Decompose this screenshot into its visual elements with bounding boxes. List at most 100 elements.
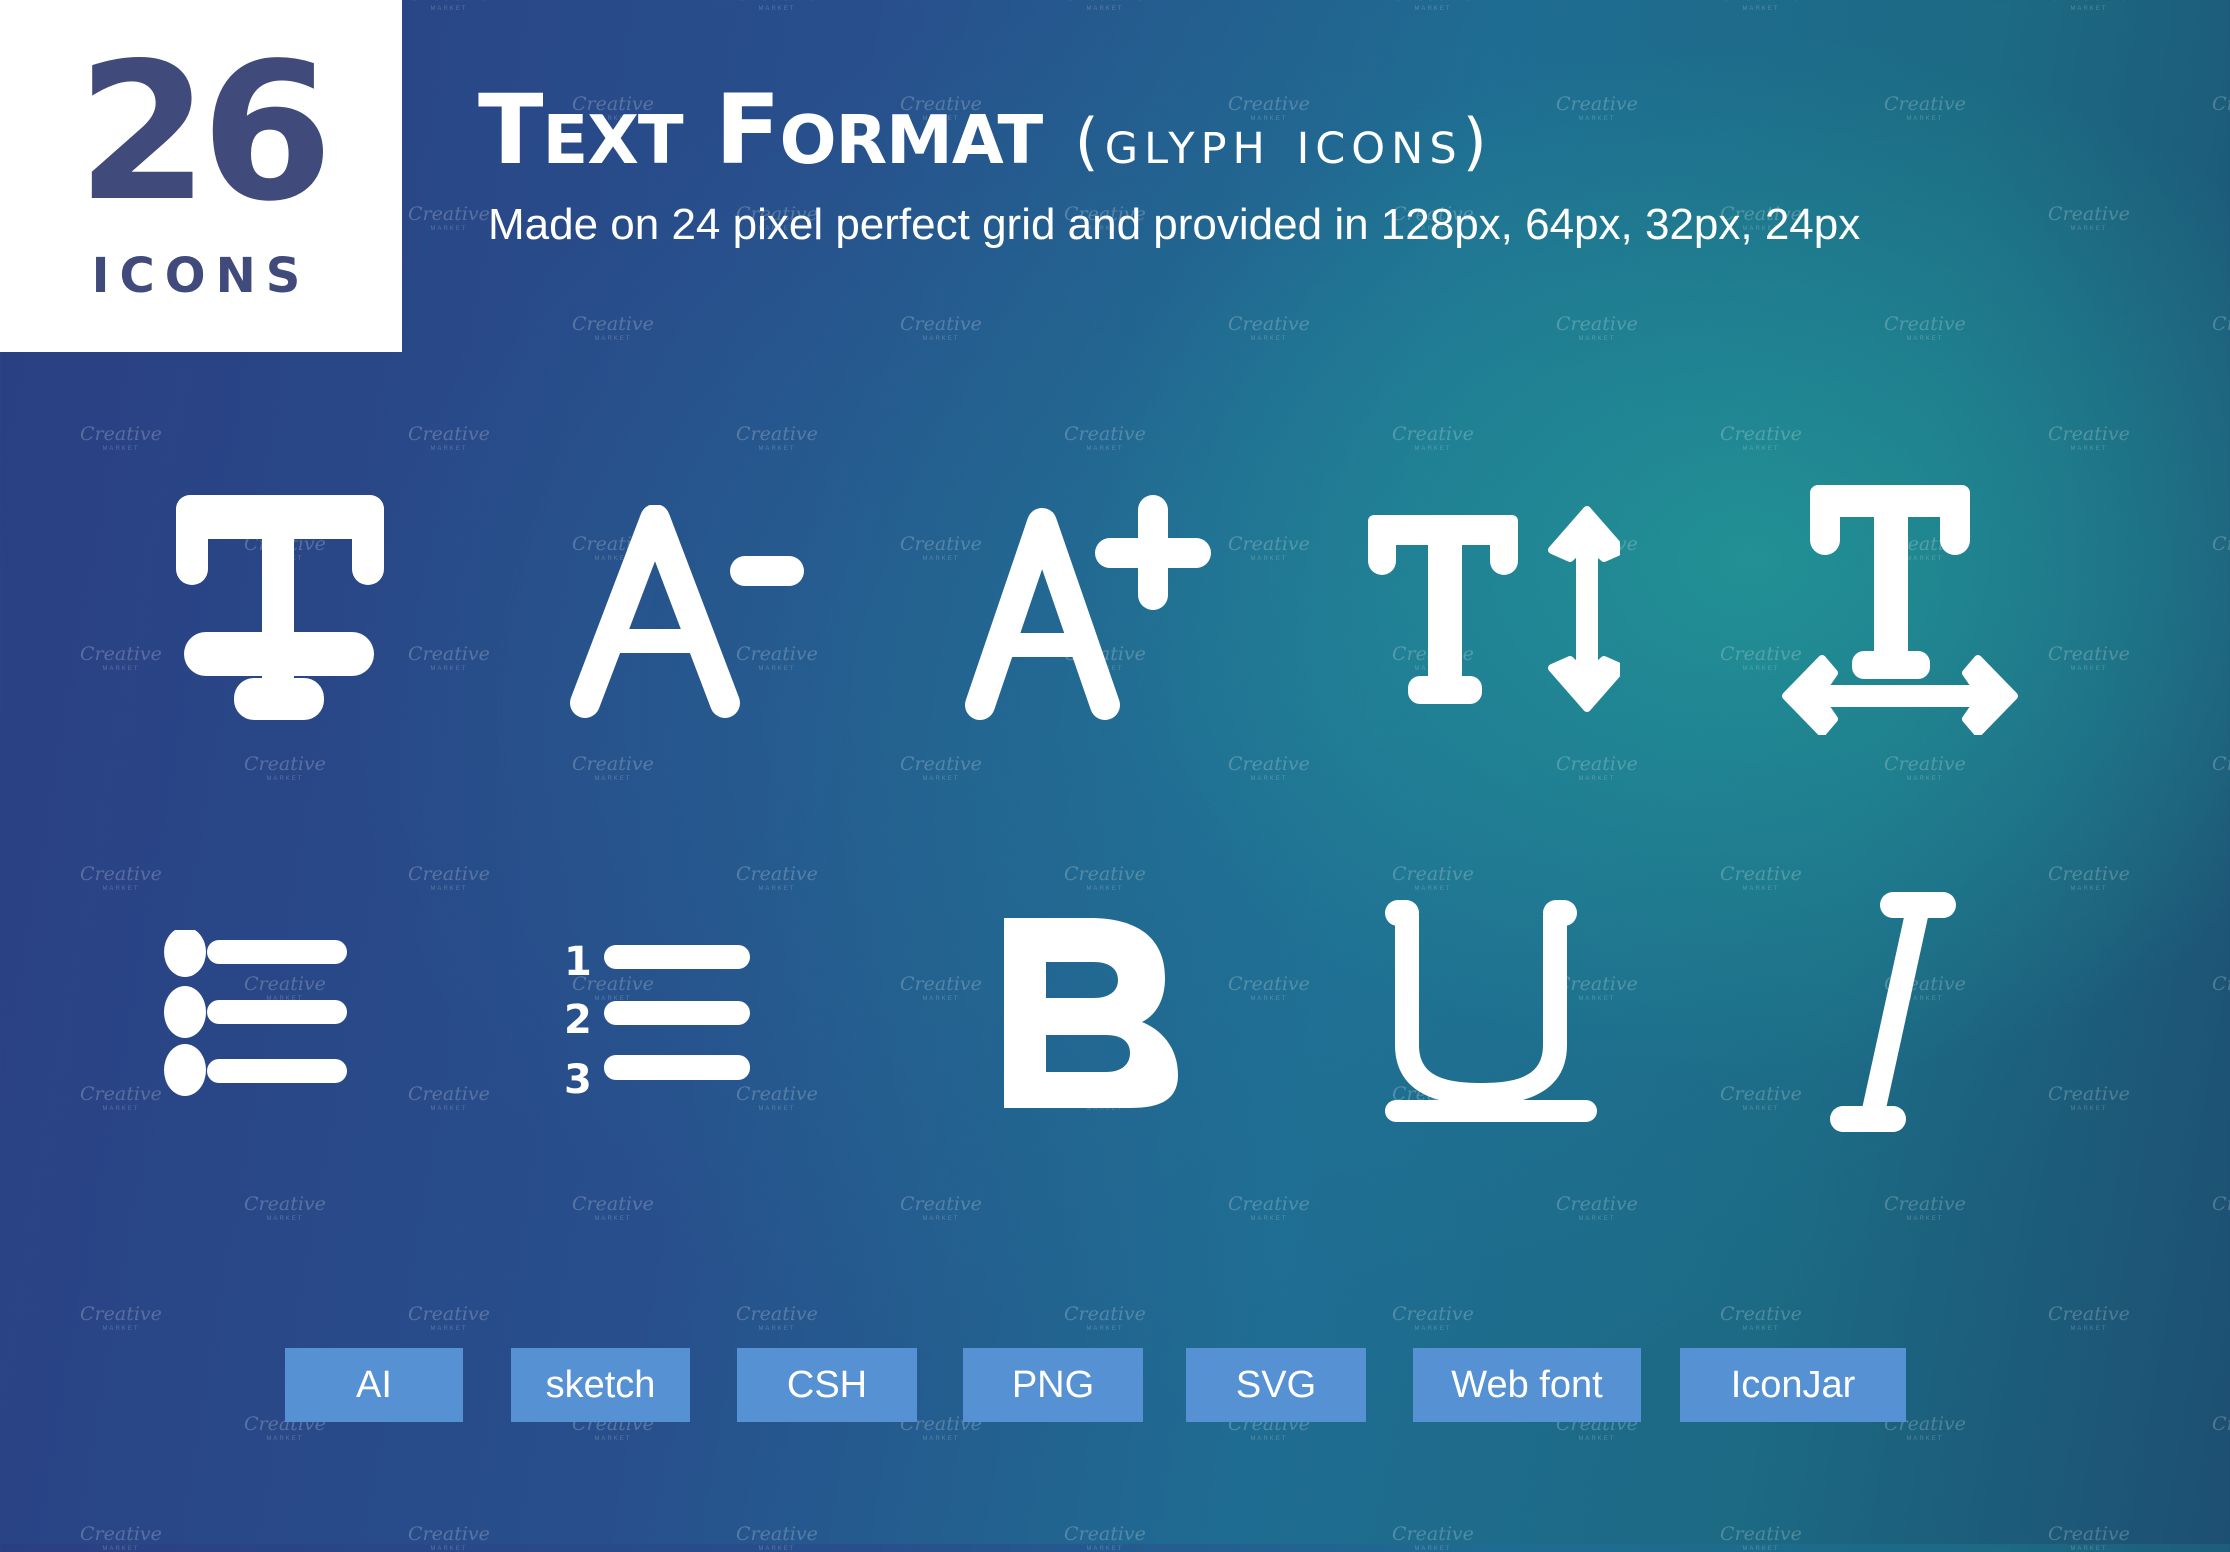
watermark: CreativeMARKET: [1228, 533, 1310, 563]
watermark: CreativeMARKET: [408, 0, 490, 12]
format-badge-web-font: Web font: [1413, 1348, 1641, 1422]
watermark: CreativeMARKET: [2048, 643, 2130, 673]
watermark: CreativeMARKET: [1884, 1193, 1966, 1223]
watermark: CreativeMARKET: [244, 753, 326, 783]
watermark: CreativeMARKET: [2048, 1303, 2130, 1333]
bold-icon: [990, 910, 1180, 1115]
watermark: CreativeMARKET: [1392, 1523, 1474, 1552]
watermark: CreativeMARKET: [1720, 423, 1802, 453]
watermark: CreativeMARKET: [1392, 863, 1474, 893]
watermark: CreativeMARKET: [900, 313, 982, 343]
watermark: CreativeMARKET: [1884, 93, 1966, 123]
watermark: CreativeMARKET: [900, 753, 982, 783]
watermark: CreativeMARKET: [408, 643, 490, 673]
watermark: CreativeMARKET: [1228, 1193, 1310, 1223]
watermark: CreativeMARKET: [572, 1193, 654, 1223]
watermark: CreativeMARKET: [80, 863, 162, 893]
watermark: CreativeMARKET: [1556, 1193, 1638, 1223]
watermark: CreativeMARKET: [1228, 313, 1310, 343]
watermark: CreativeMARKET: [2048, 1083, 2130, 1113]
watermark: CreativeMARKET: [2212, 93, 2230, 115]
icon-count-label: ICONS: [91, 248, 311, 304]
watermark: CreativeMARKET: [408, 1083, 490, 1113]
subtitle: Made on 24 pixel perfect grid and provid…: [488, 200, 1861, 249]
watermark: CreativeMARKET: [408, 423, 490, 453]
strikethrough-icon: [170, 490, 390, 730]
watermark: CreativeMARKET: [2212, 1193, 2230, 1215]
numbered-list-icon: 1 2 3: [560, 925, 810, 1105]
watermark: CreativeMARKET: [900, 1193, 982, 1223]
watermark: CreativeMARKET: [1064, 1523, 1146, 1552]
watermark: CreativeMARKET: [408, 863, 490, 893]
increase-font-size-icon: [960, 495, 1220, 720]
watermark: CreativeMARKET: [736, 1523, 818, 1552]
watermark: CreativeMARKET: [2048, 423, 2130, 453]
watermark: CreativeMARKET: [408, 1523, 490, 1552]
watermark: CreativeMARKET: [572, 313, 654, 343]
watermark: CreativeMARKET: [736, 863, 818, 893]
watermark: CreativeMARKET: [1064, 0, 1146, 12]
watermark: CreativeMARKET: [736, 423, 818, 453]
watermark: CreativeMARKET: [900, 973, 982, 1003]
page-title: Text Format (glyph icons): [478, 82, 1493, 178]
watermark: CreativeMARKET: [2048, 0, 2130, 12]
watermark: CreativeMARKET: [80, 1083, 162, 1113]
watermark: CreativeMARKET: [80, 423, 162, 453]
watermark: CreativeMARKET: [1064, 1303, 1146, 1333]
watermark: CreativeMARKET: [1556, 753, 1638, 783]
watermark: CreativeMARKET: [1720, 1303, 1802, 1333]
watermark: CreativeMARKET: [736, 0, 818, 12]
watermark: CreativeMARKET: [736, 1303, 818, 1333]
watermark: CreativeMARKET: [408, 203, 490, 233]
watermark: CreativeMARKET: [1720, 1523, 1802, 1552]
format-badge-png: PNG: [963, 1348, 1143, 1422]
list-number: 2: [564, 997, 592, 1043]
title-main: Text Format: [478, 74, 1043, 186]
watermark: CreativeMARKET: [1228, 973, 1310, 1003]
watermark: CreativeMARKET: [1720, 1083, 1802, 1113]
watermark: CreativeMARKET: [2048, 1523, 2130, 1552]
format-badge-ai: AI: [285, 1348, 463, 1422]
bulleted-list-icon: [160, 930, 400, 1100]
watermark: CreativeMARKET: [2212, 973, 2230, 995]
format-badge-svg: SVG: [1186, 1348, 1366, 1422]
watermark: CreativeMARKET: [1392, 0, 1474, 12]
watermark: CreativeMARKET: [1884, 753, 1966, 783]
icon-count-box: 26 ICONS: [0, 0, 402, 352]
decrease-font-size-icon: [565, 505, 805, 720]
watermark: CreativeMARKET: [1720, 0, 1802, 12]
watermark: CreativeMARKET: [2212, 313, 2230, 335]
watermark: CreativeMARKET: [244, 1193, 326, 1223]
format-badge-sketch: sketch: [511, 1348, 690, 1422]
watermark: CreativeMARKET: [1884, 313, 1966, 343]
watermark: CreativeMARKET: [1064, 423, 1146, 453]
watermark: CreativeMARKET: [2212, 533, 2230, 555]
format-badge-csh: CSH: [737, 1348, 917, 1422]
icon-count: 26: [76, 22, 333, 243]
text-width-icon: [1780, 485, 2020, 735]
underline-bar: [1385, 1100, 1605, 1124]
watermark: CreativeMARKET: [1064, 863, 1146, 893]
watermark: CreativeMARKET: [1392, 1303, 1474, 1333]
text-height-icon: [1360, 500, 1620, 720]
watermark: CreativeMARKET: [80, 1523, 162, 1552]
watermark: CreativeMARKET: [1720, 863, 1802, 893]
watermark: CreativeMARKET: [2212, 753, 2230, 775]
watermark: CreativeMARKET: [1556, 93, 1638, 123]
watermark: CreativeMARKET: [2048, 863, 2130, 893]
watermark: CreativeMARKET: [2048, 203, 2130, 233]
watermark: CreativeMARKET: [80, 1303, 162, 1333]
underline-icon: [1385, 895, 1605, 1130]
watermark: CreativeMARKET: [1392, 423, 1474, 453]
watermark: CreativeMARKET: [80, 643, 162, 673]
format-badge-iconjar: IconJar: [1680, 1348, 1906, 1422]
watermark: CreativeMARKET: [572, 753, 654, 783]
watermark: CreativeMARKET: [408, 1303, 490, 1333]
watermark: CreativeMARKET: [1556, 313, 1638, 343]
format-badges: AI sketch CSH PNG SVG Web font IconJar: [0, 1348, 2230, 1422]
watermark: CreativeMARKET: [1228, 753, 1310, 783]
italic-icon: [1810, 888, 1970, 1138]
title-suffix: (glyph icons): [1074, 105, 1493, 178]
list-number: 1: [564, 939, 592, 985]
list-number: 3: [564, 1057, 592, 1103]
